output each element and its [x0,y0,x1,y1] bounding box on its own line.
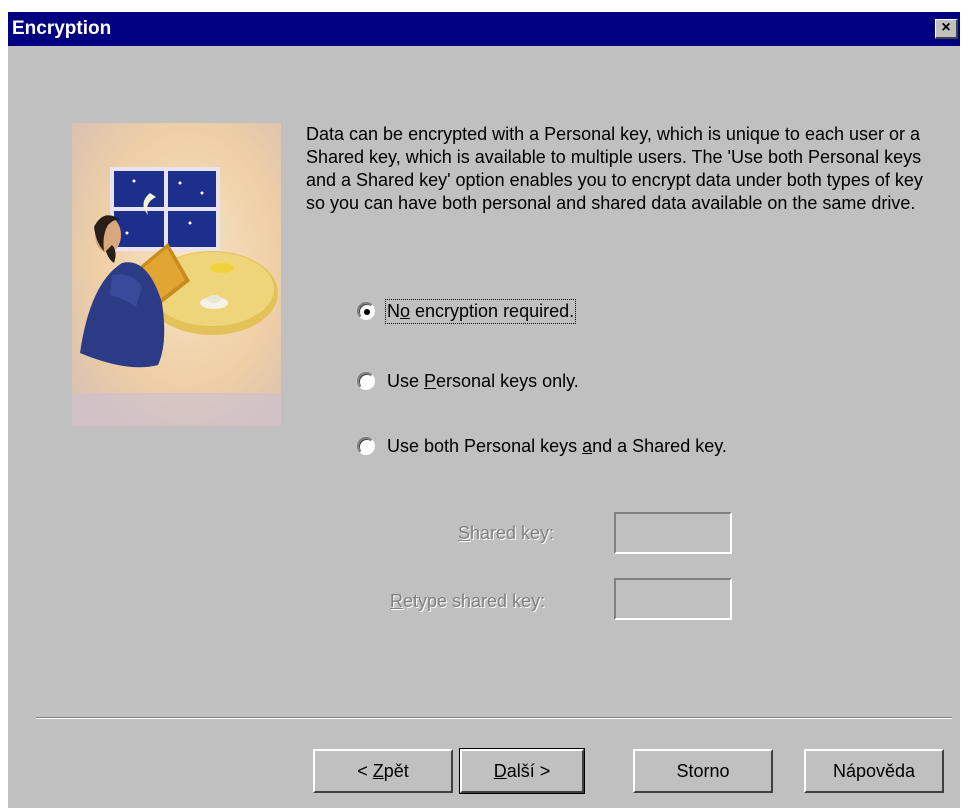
button-separator [36,717,952,719]
next-button[interactable]: Další > [459,748,585,794]
title-bar[interactable]: Encryption × [8,12,960,46]
back-button[interactable]: < Zpět [313,749,453,793]
retype-shared-key-input[interactable] [614,578,732,620]
cancel-button[interactable]: Storno [633,749,773,793]
window-title: Encryption [12,18,112,39]
encryption-dialog: Encryption × Data can be encrypted with … [8,12,960,808]
radio-button[interactable] [357,437,375,455]
radio-label[interactable]: Use both Personal keys and a Shared key. [387,436,727,457]
radio-no-encryption[interactable]: No encryption required. [357,298,577,324]
help-button[interactable]: Nápověda [804,749,944,793]
man-with-laptop-illustration [72,123,281,426]
radio-label[interactable]: No encryption required. [384,298,577,324]
radio-label[interactable]: Use Personal keys only. [387,371,579,392]
encryption-description: Data can be encrypted with a Personal ke… [306,124,923,213]
retype-shared-key-label: Retype shared key: [390,591,546,611]
radio-button-checked[interactable] [357,302,375,320]
radio-button[interactable] [357,372,375,390]
close-icon: × [941,19,951,36]
wizard-illustration [72,123,281,426]
shared-key-input[interactable] [614,512,732,554]
radio-personal-and-shared[interactable]: Use both Personal keys and a Shared key. [357,433,727,459]
shared-key-label: Shared key: [458,523,555,543]
radio-personal-keys-only[interactable]: Use Personal keys only. [357,368,579,394]
close-button[interactable]: × [935,19,958,39]
